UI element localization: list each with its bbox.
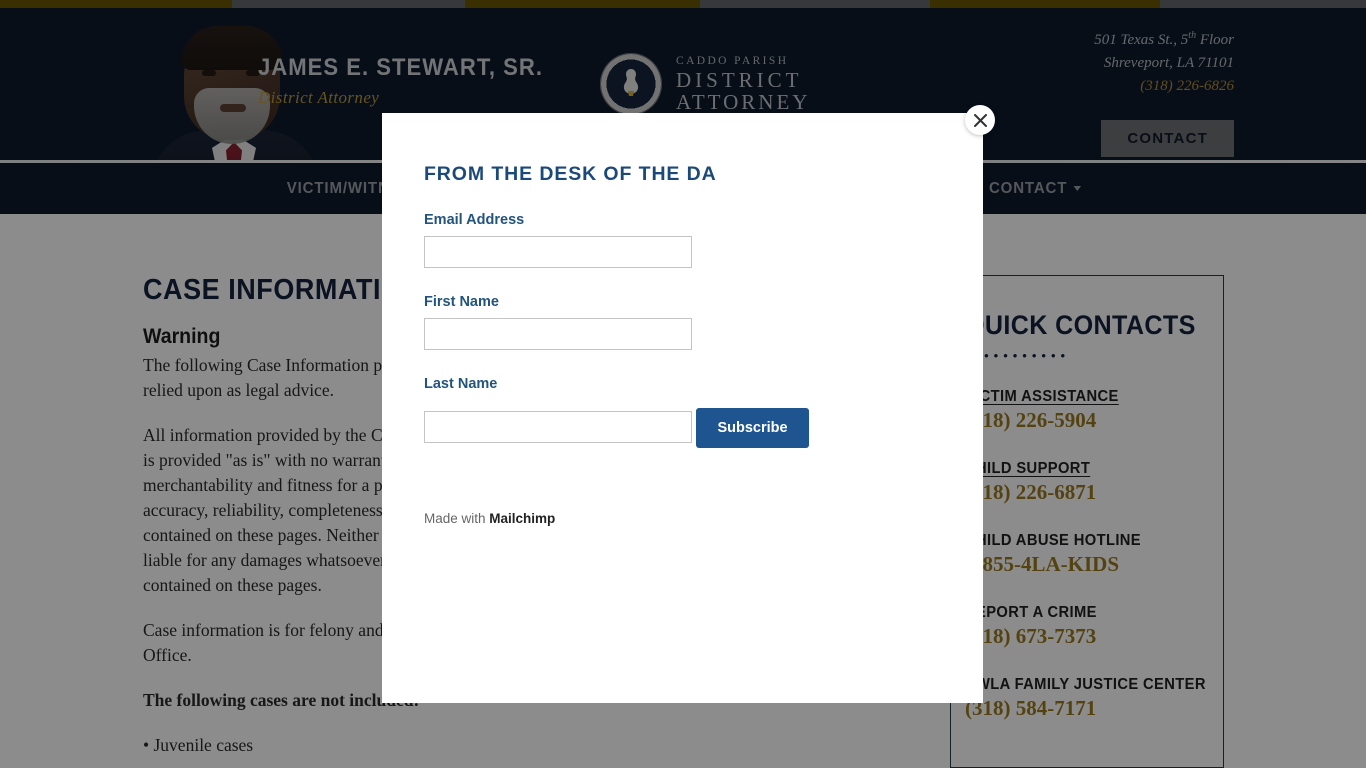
email-label: Email Address <box>424 212 525 228</box>
page-root: JAMES E. STEWART, SR. District Attorney … <box>0 0 1366 768</box>
close-icon <box>973 113 987 127</box>
last-name-field[interactable] <box>424 411 692 443</box>
modal-close-button[interactable] <box>965 105 995 135</box>
first-name-label: First Name <box>424 294 499 310</box>
modal-title: FROM THE DESK OF THE DA <box>424 163 717 185</box>
first-name-field[interactable] <box>424 318 692 350</box>
made-with-prefix: Made with <box>424 511 490 526</box>
email-field[interactable] <box>424 236 692 268</box>
mailchimp-link[interactable]: Mailchimp <box>489 511 555 526</box>
last-name-label: Last Name <box>424 376 498 392</box>
made-with-credit: Made with Mailchimp <box>424 511 941 526</box>
subscribe-button[interactable]: Subscribe <box>696 408 809 448</box>
newsletter-modal: FROM THE DESK OF THE DA Email Address Fi… <box>382 113 983 703</box>
